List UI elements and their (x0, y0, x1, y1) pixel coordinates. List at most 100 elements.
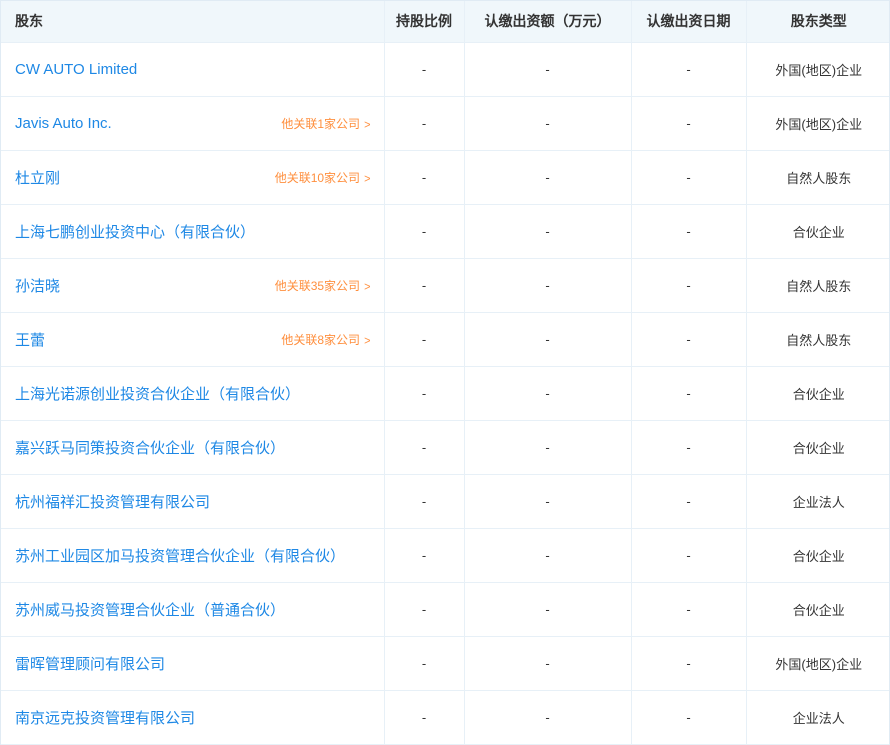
related-companies-link[interactable]: 他关联1家公司 > (281, 115, 370, 132)
shareholder-cell-content: 苏州工业园区加马投资管理合伙企业（有限合伙） (15, 545, 371, 566)
shareholder-cell-content: 上海七鹏创业投资中心（有限合伙） (15, 221, 371, 242)
shareholder-cell: CW AUTO Limited (1, 41, 385, 97)
shareholder-type: 合伙企业 (745, 419, 889, 475)
shareholder-cell: 南京远克投资管理有限公司 (1, 689, 385, 745)
amount-value: - (463, 527, 632, 583)
ratio-value: - (383, 365, 465, 421)
table-row: 雷晖管理顾问有限公司 - - - 外国(地区)企业 (1, 635, 889, 691)
ratio-value: - (383, 311, 465, 367)
table-row: Javis Auto Inc. 他关联1家公司 > - - - 外国(地区)企业 (1, 95, 889, 151)
related-companies-label: 他关联1家公司 (281, 116, 361, 131)
amount-value: - (463, 257, 632, 313)
shareholder-link[interactable]: 杭州福祥汇投资管理有限公司 (15, 491, 210, 512)
date-value: - (630, 365, 747, 421)
shareholder-cell: 苏州威马投资管理合伙企业（普通合伙） (1, 581, 385, 637)
shareholder-link[interactable]: 苏州工业园区加马投资管理合伙企业（有限合伙） (15, 545, 345, 566)
amount-value: - (463, 203, 632, 259)
shareholder-cell: 苏州工业园区加马投资管理合伙企业（有限合伙） (1, 527, 385, 583)
ratio-value: - (383, 149, 465, 205)
date-value: - (630, 41, 747, 97)
shareholder-link[interactable]: CW AUTO Limited (15, 61, 137, 78)
shareholder-cell: 杭州福祥汇投资管理有限公司 (1, 473, 385, 529)
shareholder-link[interactable]: 嘉兴跃马同策投资合伙企业（有限合伙） (15, 437, 285, 458)
amount-value: - (463, 635, 632, 691)
related-companies-link[interactable]: 他关联35家公司 > (275, 277, 371, 294)
shareholder-type: 外国(地区)企业 (745, 41, 889, 97)
date-value: - (630, 311, 747, 367)
amount-value: - (463, 473, 632, 529)
amount-value: - (463, 689, 632, 745)
shareholder-type: 合伙企业 (745, 203, 889, 259)
chevron-right-icon: > (364, 171, 371, 186)
ratio-value: - (383, 635, 465, 691)
amount-value: - (463, 365, 632, 421)
amount-value: - (463, 41, 632, 97)
date-value: - (630, 581, 747, 637)
shareholder-type: 合伙企业 (745, 527, 889, 583)
shareholder-cell: 杜立刚 他关联10家公司 > (1, 149, 385, 205)
shareholder-cell-content: 杭州福祥汇投资管理有限公司 (15, 491, 371, 512)
table-row: 苏州工业园区加马投资管理合伙企业（有限合伙） - - - 合伙企业 (1, 527, 889, 583)
ratio-value: - (383, 527, 465, 583)
shareholder-cell: 雷晖管理顾问有限公司 (1, 635, 385, 691)
table-row: 苏州威马投资管理合伙企业（普通合伙） - - - 合伙企业 (1, 581, 889, 637)
table-row: 杜立刚 他关联10家公司 > - - - 自然人股东 (1, 149, 889, 205)
chevron-right-icon: > (364, 279, 371, 294)
table-row: 上海光诺源创业投资合伙企业（有限合伙） - - - 合伙企业 (1, 365, 889, 421)
ratio-value: - (383, 419, 465, 475)
column-header-type: 股东类型 (745, 1, 889, 43)
shareholder-cell-content: 雷晖管理顾问有限公司 (15, 653, 371, 674)
shareholder-type: 外国(地区)企业 (745, 635, 889, 691)
related-companies-label: 他关联8家公司 (281, 332, 361, 347)
ratio-value: - (383, 203, 465, 259)
related-companies-label: 他关联35家公司 (274, 278, 361, 293)
amount-value: - (463, 149, 632, 205)
shareholder-link[interactable]: 雷晖管理顾问有限公司 (15, 653, 165, 674)
shareholder-cell: 王蕾 他关联8家公司 > (1, 311, 385, 367)
table-row: 孙洁晓 他关联35家公司 > - - - 自然人股东 (1, 257, 889, 313)
amount-value: - (463, 311, 632, 367)
column-header-amount: 认缴出资额（万元） (463, 1, 632, 43)
ratio-value: - (383, 41, 465, 97)
shareholder-cell-content: CW AUTO Limited (15, 61, 371, 78)
shareholder-cell-content: 王蕾 他关联8家公司 > (15, 329, 371, 350)
ratio-value: - (383, 581, 465, 637)
shareholder-type: 自然人股东 (745, 149, 889, 205)
shareholder-link[interactable]: 孙洁晓 (15, 275, 60, 296)
date-value: - (630, 149, 747, 205)
shareholder-cell: 嘉兴跃马同策投资合伙企业（有限合伙） (1, 419, 385, 475)
date-value: - (630, 635, 747, 691)
shareholder-cell: 孙洁晓 他关联35家公司 > (1, 257, 385, 313)
shareholder-cell-content: 嘉兴跃马同策投资合伙企业（有限合伙） (15, 437, 371, 458)
related-companies-link[interactable]: 他关联8家公司 > (281, 331, 370, 348)
amount-value: - (463, 419, 632, 475)
shareholder-type: 自然人股东 (745, 311, 889, 367)
shareholder-link[interactable]: 杜立刚 (15, 167, 60, 188)
table-row: 嘉兴跃马同策投资合伙企业（有限合伙） - - - 合伙企业 (1, 419, 889, 475)
shareholder-link[interactable]: 南京远克投资管理有限公司 (15, 707, 195, 728)
related-companies-link[interactable]: 他关联10家公司 > (275, 169, 371, 186)
shareholder-link[interactable]: Javis Auto Inc. (15, 115, 112, 132)
ratio-value: - (383, 473, 465, 529)
shareholder-cell-content: 苏州威马投资管理合伙企业（普通合伙） (15, 599, 371, 620)
ratio-value: - (383, 257, 465, 313)
shareholder-link[interactable]: 苏州威马投资管理合伙企业（普通合伙） (15, 599, 285, 620)
shareholder-type: 企业法人 (745, 473, 889, 529)
column-header-shareholder: 股东 (1, 1, 385, 43)
table-row: 上海七鹏创业投资中心（有限合伙） - - - 合伙企业 (1, 203, 889, 259)
related-companies-label: 他关联10家公司 (274, 170, 361, 185)
shareholder-link[interactable]: 王蕾 (15, 329, 45, 350)
shareholder-link[interactable]: 上海光诺源创业投资合伙企业（有限合伙） (15, 383, 300, 404)
column-header-date: 认缴出资日期 (630, 1, 747, 43)
shareholder-cell-content: 孙洁晓 他关联35家公司 > (15, 275, 371, 296)
date-value: - (630, 527, 747, 583)
shareholder-link[interactable]: 上海七鹏创业投资中心（有限合伙） (15, 221, 255, 242)
date-value: - (630, 95, 747, 151)
amount-value: - (463, 581, 632, 637)
shareholder-cell: Javis Auto Inc. 他关联1家公司 > (1, 95, 385, 151)
date-value: - (630, 257, 747, 313)
table-header: 股东 持股比例 认缴出资额（万元） 认缴出资日期 股东类型 (1, 1, 889, 43)
amount-value: - (463, 95, 632, 151)
shareholders-table: 股东 持股比例 认缴出资额（万元） 认缴出资日期 股东类型 CW AUTO Li… (1, 1, 889, 745)
column-header-ratio: 持股比例 (383, 1, 465, 43)
